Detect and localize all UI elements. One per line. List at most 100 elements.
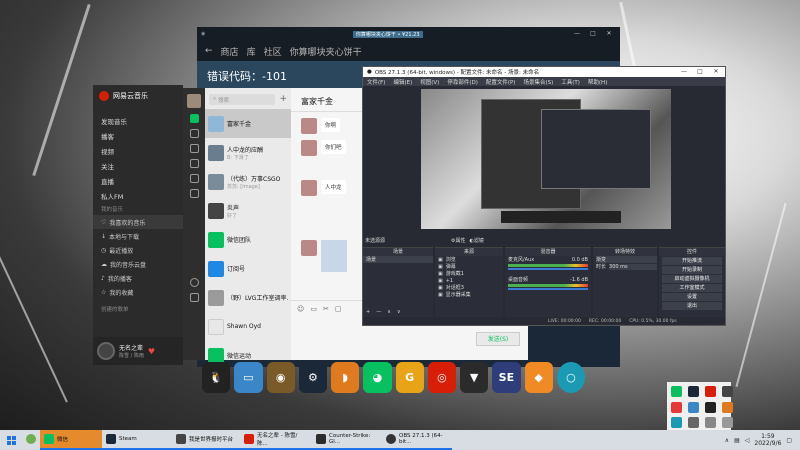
network-tray-icon[interactable] — [688, 401, 699, 413]
computer-icon[interactable]: ▭ — [234, 362, 263, 393]
duck-icon[interactable]: ◗ — [331, 362, 360, 393]
audio-tray-icon[interactable] — [722, 417, 733, 429]
obs-tray-icon[interactable] — [722, 386, 733, 397]
source-item[interactable]: ▣ +1 — [435, 277, 503, 284]
move-down-icon[interactable]: ∨ — [397, 309, 401, 315]
menu-file[interactable]: 文件(F) — [367, 78, 385, 86]
nav-store[interactable]: 商店 — [221, 45, 239, 58]
close-button[interactable]: ✕ — [709, 68, 723, 76]
maximize-button[interactable]: □ — [693, 68, 707, 76]
list-item[interactable]: 订阅号 — [205, 254, 291, 283]
source-item[interactable]: ▣ 游戏截1 — [435, 270, 503, 278]
mini-program-icon[interactable] — [189, 189, 199, 198]
record-tray-icon[interactable] — [671, 401, 682, 413]
source-item[interactable]: ▣ 显示器采集 — [435, 291, 503, 299]
playlist-favorites[interactable]: ☆ 我的收藏 — [93, 285, 183, 299]
contacts-icon[interactable] — [189, 129, 199, 138]
playlist-recent[interactable]: ◷ 最近播放 — [93, 243, 183, 257]
playlist-podcast[interactable]: ♪ 我的播客 — [93, 271, 183, 285]
source-item[interactable]: ▣ 浏览 — [435, 256, 503, 264]
playlist-liked[interactable]: ♡ 我喜欢的音乐 — [93, 215, 183, 229]
start-streaming-button[interactable]: 开始推流 — [662, 257, 722, 265]
start-recording-button[interactable]: 开始录制 — [662, 266, 722, 274]
menu-view[interactable]: 视图(V) — [420, 78, 439, 86]
minimize-button[interactable]: — — [677, 68, 691, 76]
qq-icon[interactable]: 🐧 — [202, 362, 231, 393]
menu-live[interactable]: 直播 — [93, 173, 183, 188]
wechat-icon[interactable]: ◕ — [363, 362, 392, 393]
taskbar-item-platform[interactable]: 我是世界报时平台 — [172, 430, 240, 450]
maximize-button[interactable]: □ — [586, 30, 600, 38]
nav-profile[interactable]: 你算哪块夹心饼干 — [290, 45, 362, 58]
menu-scene-collection[interactable]: 场景集合(S) — [523, 78, 553, 86]
menu-fm[interactable]: 私人FM — [93, 188, 183, 203]
sticker-image[interactable] — [321, 240, 347, 272]
move-up-icon[interactable]: ∧ — [387, 309, 391, 315]
wechat-tray-icon[interactable] — [671, 386, 682, 397]
steam-tray-icon[interactable] — [688, 386, 699, 397]
chat-history-icon[interactable]: ▢ — [335, 305, 342, 313]
game-icon[interactable]: G — [395, 362, 424, 393]
pinned-app[interactable] — [22, 430, 40, 450]
search-input[interactable]: ⌕ 搜索 — [209, 94, 276, 105]
start-button[interactable] — [0, 435, 22, 445]
volume-slider[interactable] — [508, 268, 588, 270]
steam-user-badge[interactable]: 你算哪块夹心饼干 • ¥21.23 — [352, 30, 423, 38]
network-icon[interactable]: ▤ — [734, 437, 740, 444]
duck-tray-icon[interactable] — [722, 401, 733, 413]
exit-button[interactable]: 退出 — [662, 302, 722, 310]
doudizhu-icon[interactable]: ◆ — [524, 362, 553, 393]
virtual-camera-button[interactable]: 启动虚拟摄像机 — [662, 275, 722, 283]
send-button[interactable]: 发送(S) — [476, 332, 520, 346]
se-icon[interactable]: SE — [492, 362, 521, 393]
volume-icon[interactable]: ◁ — [745, 437, 750, 444]
menu-discover[interactable]: 发现音乐 — [93, 113, 183, 128]
menu-docks[interactable]: 停靠部件(D) — [447, 78, 478, 86]
list-item[interactable]: Shawn Oyd — [205, 312, 291, 341]
add-chat-button[interactable]: + — [279, 94, 287, 104]
netease-icon[interactable]: ◎ — [427, 362, 456, 393]
netease-tray-icon[interactable] — [705, 386, 716, 397]
properties-button[interactable]: ⚙属性 — [451, 237, 466, 244]
menu-help[interactable]: 帮助(H) — [588, 78, 607, 86]
menu-podcast[interactable]: 播客 — [93, 128, 183, 143]
ring-tray-icon[interactable] — [671, 417, 682, 429]
scene-item[interactable]: 场景 — [363, 256, 433, 263]
list-item[interactable]: （代练）万事CSGO 苏苏: [Image] — [205, 167, 291, 196]
transition-select[interactable]: 渐变 — [596, 256, 657, 263]
folder-icon[interactable]: ▭ — [310, 305, 317, 313]
settings-button[interactable]: 设置 — [662, 293, 722, 301]
ring-icon[interactable]: ○ — [556, 362, 585, 393]
menu-icon[interactable] — [189, 293, 199, 302]
volume-slider[interactable] — [508, 288, 588, 290]
menu-video[interactable]: 视频 — [93, 143, 183, 158]
list-item[interactable]: （野）LVG工作室调率... — [205, 283, 291, 312]
studio-mode-button[interactable]: 工作室模式 — [662, 284, 722, 292]
duration-input[interactable]: 300 ms — [609, 263, 657, 270]
minimize-button[interactable]: — — [570, 30, 584, 38]
mini-player[interactable]: 无名之辈 陈雪 / 陈雨 ♥ — [93, 337, 183, 365]
back-arrow-icon[interactable]: ← — [205, 46, 213, 56]
menu-edit[interactable]: 编辑(E) — [393, 78, 412, 86]
playlist-cloud[interactable]: ☁ 我的音乐云盘 — [93, 257, 183, 271]
taskbar-item-netease[interactable]: 无名之辈 - 陈雪/陈... — [240, 430, 312, 450]
user-avatar[interactable] — [187, 94, 201, 108]
tray-expand-icon[interactable]: ∧ — [725, 437, 729, 444]
phone-icon[interactable] — [189, 278, 199, 287]
menu-profile[interactable]: 配置文件(P) — [486, 78, 516, 86]
playlist-local[interactable]: ↓ 本地与下载 — [93, 229, 183, 243]
taskbar-item-wechat[interactable]: 微信 — [40, 430, 102, 450]
files-icon[interactable] — [189, 159, 199, 168]
obs-preview[interactable] — [421, 89, 671, 229]
like-heart-icon[interactable]: ♥ — [148, 347, 155, 356]
menu-follow[interactable]: 关注 — [93, 158, 183, 173]
owl-icon[interactable]: ◉ — [266, 362, 295, 393]
favorites-icon[interactable] — [189, 144, 199, 153]
source-item[interactable]: ▣ 对话框3 — [435, 284, 503, 292]
taskbar-item-csgo[interactable]: Counter-Strike: Gl... — [312, 430, 382, 450]
remove-scene-icon[interactable]: — — [376, 309, 381, 315]
emoji-icon[interactable]: ☺ — [297, 305, 304, 313]
list-item[interactable]: 微信团队 — [205, 225, 291, 254]
source-item[interactable]: ▣ 弹幕 — [435, 263, 503, 271]
list-item[interactable]: 炎声 好了 — [205, 196, 291, 225]
